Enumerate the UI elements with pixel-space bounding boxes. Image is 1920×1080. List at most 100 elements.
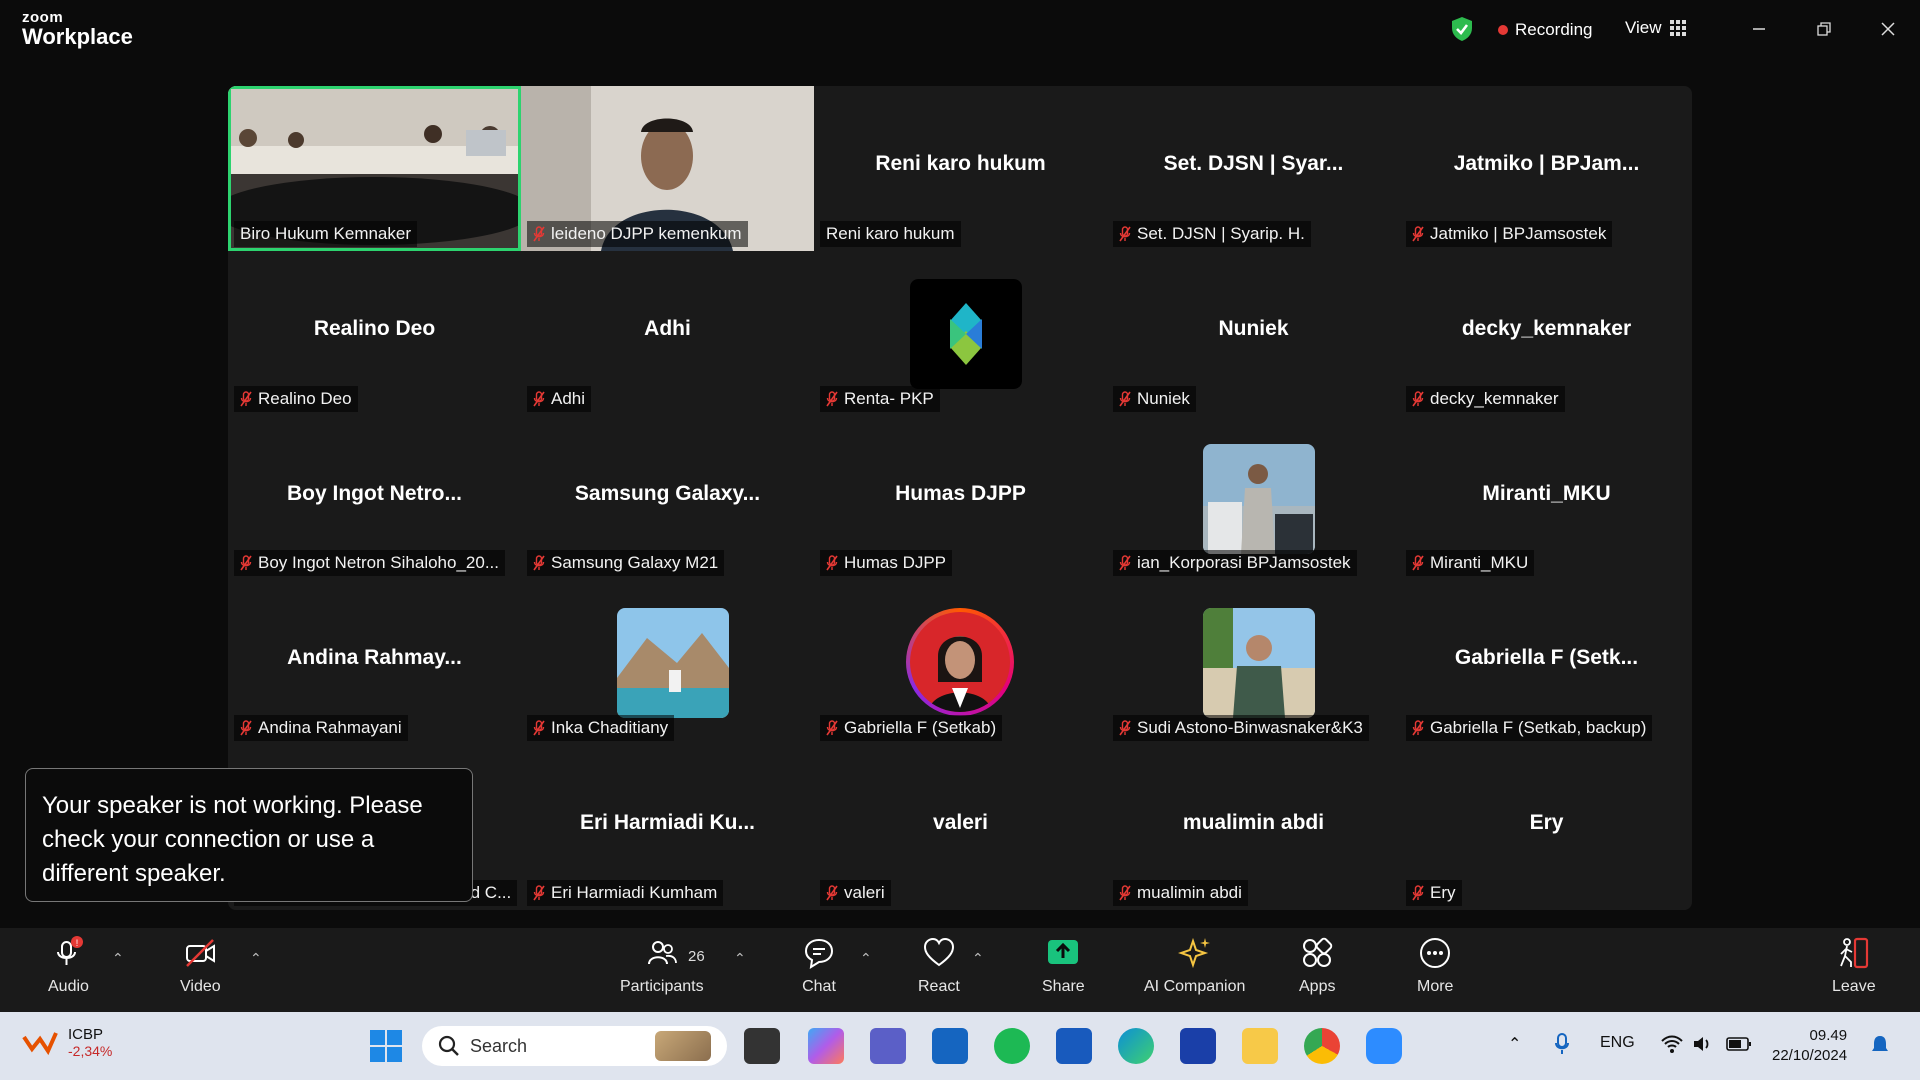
participants-button[interactable]: Participants (620, 936, 704, 996)
chrome-icon[interactable] (1304, 1028, 1340, 1064)
leave-button[interactable]: Leave (1832, 936, 1876, 996)
participant-tile[interactable]: Reni karo hukum Reni karo hukum (814, 86, 1107, 251)
participant-tile[interactable]: Adhi Adhi (521, 250, 814, 416)
participant-tile[interactable]: Jatmiko | BPJam... Jatmiko | BPJamsostek (1400, 86, 1692, 251)
muted-mic-icon (240, 555, 252, 571)
participant-tile[interactable]: Samsung Galaxy... Samsung Galaxy M21 (521, 415, 814, 581)
volume-icon[interactable] (1692, 1034, 1714, 1054)
participant-name-label: Samsung Galaxy M21 (527, 550, 725, 577)
muted-mic-icon (533, 555, 545, 571)
participant-name-text: Reni karo hukum (826, 223, 955, 243)
participant-name-text: Realino Deo (258, 388, 352, 408)
encryption-shield-icon[interactable] (1450, 16, 1474, 42)
participant-tile[interactable]: Biro Hukum Kemnaker (228, 86, 534, 251)
participant-name-text: Adhi (551, 388, 586, 408)
chat-button[interactable]: Chat (802, 936, 836, 996)
muted-mic-icon (1412, 226, 1424, 242)
participant-display-name: Adhi (644, 316, 691, 340)
wifi-icon[interactable] (1660, 1034, 1684, 1054)
participant-tile[interactable]: Realino Deo Realino Deo (228, 250, 521, 416)
muted-mic-icon (533, 885, 545, 901)
mic-tray-icon[interactable] (1554, 1032, 1570, 1056)
copilot-icon[interactable] (808, 1028, 844, 1064)
apps-icon (1303, 937, 1333, 967)
file-explorer-icon[interactable] (1242, 1028, 1278, 1064)
brand-bottom: Workplace (22, 24, 133, 49)
close-button[interactable] (1870, 14, 1906, 44)
windows-start-button[interactable] (368, 1028, 404, 1064)
minimize-button[interactable] (1741, 14, 1777, 44)
word-icon[interactable] (1056, 1028, 1092, 1064)
participant-tile[interactable]: leideno DJPP kemenkum (521, 86, 814, 251)
video-label: Video (180, 978, 221, 995)
participant-tile[interactable]: Inka Chaditiany (521, 580, 814, 746)
recording-indicator[interactable]: Recording (1498, 20, 1593, 40)
title-bar: zoom Workplace Recording View (0, 0, 1920, 60)
more-label: More (1417, 978, 1454, 995)
participant-tile[interactable]: Boy Ingot Netro... Boy Ingot Netron Sihal… (228, 415, 521, 581)
participant-name-label: Miranti_MKU (1406, 550, 1535, 577)
speaker-warning-toast: Your speaker is not working. Please chec… (25, 768, 473, 902)
participant-avatar (1203, 608, 1315, 719)
audio-options-caret-icon[interactable]: ⌃ (112, 950, 124, 967)
participant-name-text: Gabriella F (Setkab, backup) (1430, 718, 1647, 738)
participant-name-text: Humas DJPP (844, 553, 947, 573)
apps-button[interactable]: Apps (1299, 936, 1335, 996)
participant-tile[interactable]: Ery Ery (1400, 745, 1692, 910)
ai-companion-label: AI Companion (1144, 978, 1246, 995)
participant-tile[interactable]: Humas DJPP Humas DJPP (814, 415, 1107, 581)
react-button[interactable]: React (918, 936, 960, 996)
muted-mic-icon (240, 390, 252, 407)
video-options-caret-icon[interactable]: ⌃ (250, 950, 262, 967)
participants-options-caret-icon[interactable]: ⌃ (734, 950, 746, 967)
participant-tile[interactable]: Nuniek Nuniek (1107, 250, 1400, 416)
teams-icon[interactable] (870, 1028, 906, 1064)
taskbar-search-box[interactable]: Search (422, 1026, 727, 1066)
more-button[interactable]: More (1417, 936, 1453, 996)
participant-tile[interactable]: mualimin abdi mualimin abdi (1107, 745, 1400, 910)
participant-display-name: valeri (933, 811, 988, 835)
participant-tile[interactable]: Miranti_MKU Miranti_MKU (1400, 415, 1692, 581)
chat-options-caret-icon[interactable]: ⌃ (860, 950, 872, 967)
audio-button[interactable]: ! Audio (48, 936, 89, 996)
windows-logo-icon (370, 1030, 402, 1062)
search-icon (438, 1035, 459, 1056)
participant-tile[interactable]: valeri valeri (814, 745, 1107, 910)
video-button[interactable]: Video (180, 936, 221, 996)
chat-icon (804, 938, 834, 969)
muted-mic-icon (1412, 885, 1424, 901)
ai-companion-button[interactable]: AI Companion (1144, 936, 1245, 996)
l-app-icon[interactable] (1180, 1028, 1216, 1064)
participant-tile[interactable]: Andina Rahmay... Andina Rahmayani (228, 580, 521, 746)
spotify-icon[interactable] (994, 1028, 1030, 1064)
heart-react-icon (923, 937, 954, 967)
view-button[interactable]: View (1625, 18, 1686, 38)
participant-tile[interactable]: Eri Harmiadi Ku... Eri Harmiadi Kumham (521, 745, 814, 910)
participant-tile[interactable]: Renta- PKP (814, 250, 1107, 416)
participant-tile[interactable]: Set. DJSN | Syar... Set. DJSN | Syarip. H… (1107, 86, 1400, 251)
participant-tile[interactable]: Gabriella F (Setkab) (814, 580, 1107, 746)
taskbar-clock[interactable]: 09.49 22/10/2024 (1772, 1026, 1847, 1066)
participant-name-label: Ery (1406, 879, 1462, 906)
participant-name-label: Realino Deo (234, 385, 358, 412)
microsoft-store-icon[interactable] (932, 1028, 968, 1064)
zoom-app-icon[interactable] (1366, 1028, 1402, 1064)
participant-display-name: Boy Ingot Netro... (287, 481, 462, 505)
react-options-caret-icon[interactable]: ⌃ (972, 950, 984, 967)
language-indicator[interactable]: ENG (1600, 1034, 1635, 1052)
task-view-icon[interactable] (744, 1028, 780, 1064)
participant-name-label: Boy Ingot Netron Sihaloho_20... (234, 550, 505, 577)
participant-name-text: Ery (1430, 882, 1456, 902)
notification-bell-icon[interactable] (1870, 1034, 1890, 1056)
participant-tile[interactable]: Sudi Astono-Binwasnaker&K3 (1107, 580, 1400, 746)
participants-icon (647, 941, 677, 965)
battery-icon[interactable] (1726, 1036, 1752, 1052)
restore-button[interactable] (1806, 14, 1842, 44)
edge-icon[interactable] (1118, 1028, 1154, 1064)
show-hidden-icons-chevron-icon[interactable]: ⌃ (1508, 1034, 1521, 1054)
share-button[interactable]: Share (1042, 936, 1085, 996)
stock-ticker-widget[interactable]: ICBP -2,34% (22, 1026, 112, 1059)
participant-tile[interactable]: Gabriella F (Setk... Gabriella F (Setkab,… (1400, 580, 1692, 746)
participant-tile[interactable]: decky_kemnaker decky_kemnaker (1400, 250, 1692, 416)
participant-tile[interactable]: ian_Korporasi BPJamsostek (1107, 415, 1400, 581)
